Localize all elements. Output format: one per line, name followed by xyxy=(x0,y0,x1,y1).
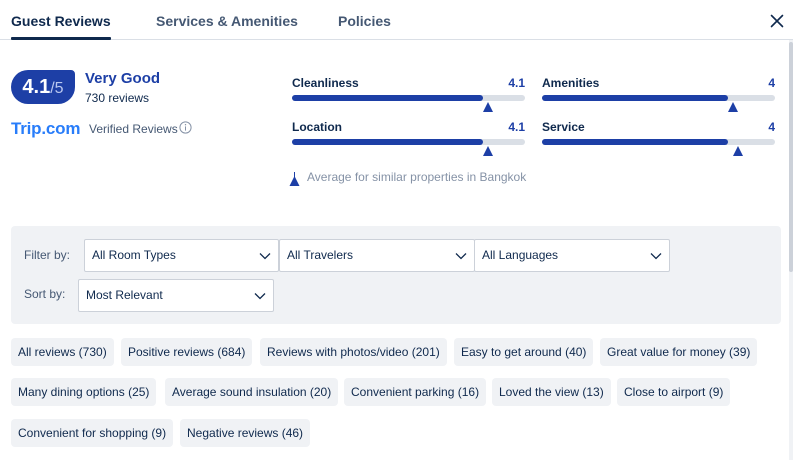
chip-easy-to-get-around[interactable]: Easy to get around (40) xyxy=(454,338,594,366)
rating-bar-cleanliness xyxy=(292,95,525,112)
filter-by-label: Filter by: xyxy=(24,248,71,262)
travelers-value: All Travelers xyxy=(287,248,354,262)
close-icon[interactable] xyxy=(770,14,784,28)
category-score-location: 4.1 xyxy=(508,120,525,134)
category-name-location: Location xyxy=(292,120,342,134)
chip-sound-insulation[interactable]: Average sound insulation (20) xyxy=(165,378,339,406)
room-types-value: All Room Types xyxy=(92,248,176,262)
category-name-cleanliness: Cleanliness xyxy=(292,76,359,90)
tab-guest-reviews[interactable]: Guest Reviews xyxy=(11,13,111,40)
tab-bar: Guest Reviews Services & Amenities Polic… xyxy=(0,0,793,40)
info-icon[interactable] xyxy=(179,121,192,134)
category-name-amenities: Amenities xyxy=(542,76,600,90)
rating-bar-location xyxy=(292,139,525,156)
chip-convenient-shopping[interactable]: Convenient for shopping (9) xyxy=(11,419,174,447)
rating-bar-service xyxy=(542,139,775,156)
tab-policies[interactable]: Policies xyxy=(338,13,391,29)
rating-bar-fill xyxy=(292,139,484,145)
triangle-marker-icon xyxy=(482,146,493,156)
trip-com-logo: Trip.com xyxy=(11,119,81,138)
travelers-select[interactable]: All Travelers xyxy=(279,239,475,272)
rating-bar-fill xyxy=(542,139,729,145)
chevron-down-icon xyxy=(650,253,662,260)
chevron-down-icon xyxy=(455,253,467,260)
chip-photos-video[interactable]: Reviews with photos/video (201) xyxy=(260,338,447,366)
category-score-cleanliness: 4.1 xyxy=(508,76,525,90)
languages-select[interactable]: All Languages xyxy=(474,239,670,272)
chevron-down-icon xyxy=(254,293,266,300)
chip-great-value[interactable]: Great value for money (39) xyxy=(600,338,758,366)
category-score-amenities: 4 xyxy=(768,76,775,90)
chip-positive-reviews[interactable]: Positive reviews (684) xyxy=(121,338,253,366)
room-types-select[interactable]: All Room Types xyxy=(84,239,279,272)
scrollbar-thumb[interactable] xyxy=(789,42,793,272)
chip-dining-options[interactable]: Many dining options (25) xyxy=(11,378,157,406)
sort-value: Most Relevant xyxy=(86,288,163,302)
chip-close-to-airport[interactable]: Close to airport (9) xyxy=(617,378,731,406)
score-value: 4.1 xyxy=(22,76,51,98)
chip-all-reviews[interactable]: All reviews (730) xyxy=(11,338,114,366)
sort-by-label: Sort by: xyxy=(24,287,66,301)
rating-bar-fill xyxy=(542,95,729,101)
score-badge: 4.1/5 xyxy=(11,70,75,104)
chevron-down-icon xyxy=(259,253,271,260)
triangle-marker-icon xyxy=(728,102,739,112)
sort-select[interactable]: Most Relevant xyxy=(78,279,274,312)
filter-panel: Filter by: All Room Types All Travelers … xyxy=(11,226,781,324)
review-count: 730 reviews xyxy=(85,91,150,105)
triangle-marker-icon xyxy=(482,102,493,112)
score-max: /5 xyxy=(50,80,64,97)
verified-reviews-label: Verified Reviews xyxy=(89,122,178,136)
triangle-marker-icon xyxy=(289,172,300,186)
average-legend-text: Average for similar properties in Bangko… xyxy=(307,170,527,184)
category-score-service: 4 xyxy=(768,120,775,134)
triangle-marker-icon xyxy=(732,146,743,156)
chip-convenient-parking[interactable]: Convenient parking (16) xyxy=(344,378,487,406)
rating-label: Very Good xyxy=(85,70,161,87)
scrollbar[interactable] xyxy=(789,40,793,460)
rating-bar-fill xyxy=(292,95,484,101)
chip-loved-the-view[interactable]: Loved the view (13) xyxy=(492,378,611,406)
rating-bar-amenities xyxy=(542,95,775,112)
category-name-service: Service xyxy=(542,120,585,134)
languages-value: All Languages xyxy=(482,248,559,262)
chip-negative-reviews[interactable]: Negative reviews (46) xyxy=(180,419,311,447)
tab-services-amenities[interactable]: Services & Amenities xyxy=(156,13,298,29)
